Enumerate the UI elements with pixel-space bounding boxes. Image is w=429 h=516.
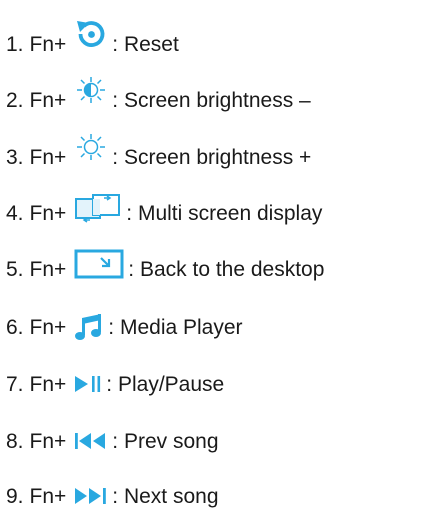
fn-key-label: Fn+	[29, 484, 67, 508]
item-number: 4.	[6, 201, 24, 225]
fn-key-label: Fn+	[29, 429, 67, 453]
item-number: 2.	[6, 88, 24, 112]
item-description: : Screen brightness +	[112, 145, 312, 169]
fn-key-label: Fn+	[29, 372, 67, 396]
item-number: 9.	[6, 484, 24, 508]
next-song-icon	[74, 485, 108, 507]
fn-key-label: Fn+	[29, 201, 67, 225]
music-note-icon	[74, 312, 104, 342]
item-description: : Screen brightness –	[112, 88, 311, 112]
list-item: 5. Fn+ : Back to the desktop	[6, 249, 324, 289]
fn-key-label: Fn+	[29, 32, 67, 56]
list-item: 9. Fn+ : Next song	[6, 476, 219, 516]
list-item: 1. Fn+ : Reset	[6, 21, 179, 64]
item-description: : Media Player	[108, 315, 243, 339]
item-number: 1.	[6, 32, 24, 56]
prev-song-icon	[74, 430, 108, 452]
list-item: 4. Fn+ : Multi screen display	[6, 193, 322, 233]
brightness-up-icon	[74, 132, 108, 164]
item-number: 5.	[6, 257, 24, 281]
item-description: : Play/Pause	[106, 372, 225, 396]
desktop-icon	[74, 249, 124, 279]
item-number: 7.	[6, 372, 24, 396]
fn-key-label: Fn+	[29, 257, 67, 281]
reset-icon	[74, 17, 108, 51]
item-description: : Reset	[112, 32, 179, 56]
list-item: 7. Fn+ : Play/Pause	[6, 364, 224, 404]
item-number: 8.	[6, 429, 24, 453]
multi-screen-icon	[74, 193, 122, 223]
list-item: 8. Fn+ : Prev song	[6, 421, 219, 461]
brightness-down-icon	[74, 75, 108, 107]
item-description: : Multi screen display	[126, 201, 323, 225]
item-description: : Next song	[112, 484, 219, 508]
play-pause-icon	[74, 373, 102, 395]
fn-key-label: Fn+	[29, 88, 67, 112]
list-item: 3. Fn+ : Screen brightness +	[6, 134, 312, 177]
fn-key-label: Fn+	[29, 145, 67, 169]
item-description: : Prev song	[112, 429, 219, 453]
item-number: 3.	[6, 145, 24, 169]
list-item: 6. Fn+ : Media Player	[6, 307, 243, 347]
list-item: 2. Fn+ : Screen brightness –	[6, 77, 311, 120]
item-description: : Back to the desktop	[128, 257, 325, 281]
item-number: 6.	[6, 315, 24, 339]
fn-key-label: Fn+	[29, 315, 67, 339]
